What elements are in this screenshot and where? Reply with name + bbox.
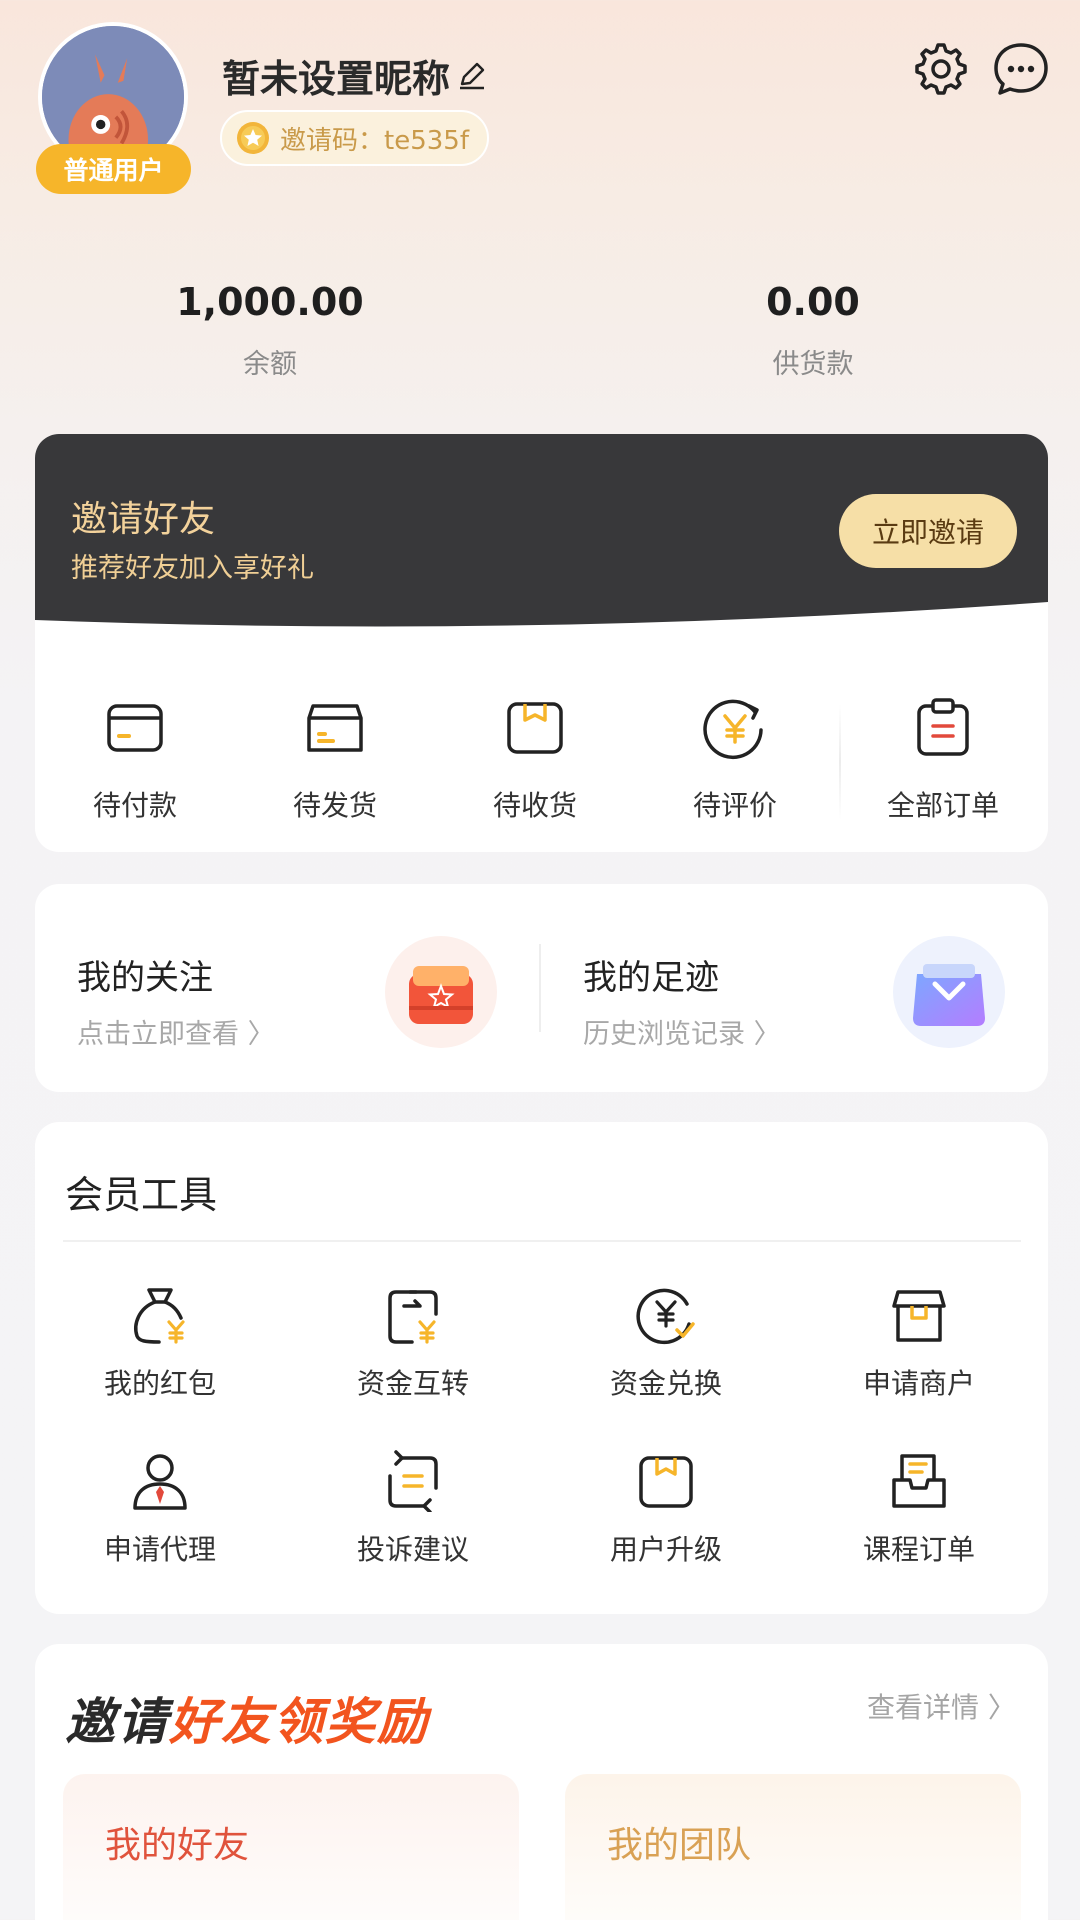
tool-my-red-packet-label: 我的红包 [103,1367,216,1400]
member-tools-title: 会员工具 [65,1173,218,1217]
orders-card: 邀请好友 推荐好友加入享好礼 立即邀请 待付款 待发货 待收货 待评价 全部订单 [35,434,1048,852]
gear-icon [915,43,967,95]
order-pending-shipment[interactable]: 待发货 [250,696,420,824]
order-pending-review[interactable]: 待评价 [650,696,820,824]
my-footprint-title: 我的足迹 [583,958,719,998]
order-all-label: 全部订单 [886,789,999,822]
messages-button[interactable] [992,40,1050,98]
tool-apply-merchant[interactable]: 申请商户 [819,1284,1019,1402]
nickname-text: 暂未设置昵称 [222,57,451,101]
invite-banner-title: 邀请好友 [71,499,216,540]
tool-apply-agent[interactable]: 申请代理 [60,1450,260,1568]
tool-fund-exchange[interactable]: 资金兑换 [566,1284,766,1402]
exchange-icon [636,1288,695,1345]
my-footprint-subtitle: 历史浏览记录 〉 [583,1019,781,1050]
edit-icon[interactable] [456,60,488,92]
nickname[interactable]: 暂未设置昵称 [222,48,488,103]
balance-stat[interactable]: 1,000.00 余额 [120,280,420,381]
tool-feedback-label: 投诉建议 [356,1533,469,1566]
invite-code-chip[interactable]: 邀请码：te535f [220,110,489,166]
tool-apply-agent-label: 申请代理 [103,1533,216,1566]
invite-rewards-card: 邀请好友领奖励 查看详情 〉 我的好友 我的团队 [35,1644,1048,1920]
feedback-icon [388,1450,438,1512]
settings-button[interactable] [910,40,968,98]
invite-rewards-title-part1: 邀请 [65,1693,169,1751]
star-coin-icon [237,122,269,154]
follow-divider [539,944,541,1032]
tool-user-upgrade[interactable]: 用户升级 [566,1450,766,1568]
tool-fund-transfer[interactable]: 资金互转 [313,1284,513,1402]
order-pending-receipt-label: 待收货 [492,789,577,822]
tool-feedback[interactable]: 投诉建议 [313,1450,513,1568]
tool-user-upgrade-label: 用户升级 [609,1533,722,1566]
tool-my-red-packet[interactable]: 我的红包 [60,1284,260,1402]
supply-payment-stat[interactable]: 0.00 供货款 [663,280,963,381]
member-tools-card: 会员工具 我的红包 资金互转 资金兑换 申请商户 申请代理 投诉建议 用户升级 … [35,1122,1048,1614]
money-bag-icon [134,1288,185,1344]
my-team-title: 我的团队 [607,1825,752,1866]
supply-payment-value: 0.00 [766,280,860,324]
box-icon [307,704,363,752]
order-divider [839,704,841,820]
balance-value: 1,000.00 [176,280,364,324]
level-badge: 普通用户 [36,144,191,194]
my-follow-title: 我的关注 [77,958,213,998]
order-pending-shipment-label: 待发货 [292,789,377,822]
invite-now-button[interactable]: 立即邀请 [839,494,1017,568]
order-pending-payment[interactable]: 待付款 [50,696,220,824]
course-icon [892,1454,946,1508]
inbox-tray-icon [893,936,1005,1048]
chat-bubble-icon [994,43,1048,95]
order-pending-receipt[interactable]: 待收货 [450,696,620,824]
shop-icon [892,1290,946,1342]
my-follow-subtitle: 点击立即查看 〉 [77,1019,275,1050]
order-pending-payment-label: 待付款 [92,789,177,822]
tool-fund-transfer-label: 资金互转 [356,1367,469,1400]
clipboard-icon [917,698,969,756]
yen-refresh-icon [703,699,763,760]
tool-apply-merchant-label: 申请商户 [862,1367,975,1400]
agent-icon [133,1454,187,1510]
invite-code-text: 邀请码：te535f [280,125,469,156]
follow-footprint-card: 我的关注 点击立即查看 〉 我的足迹 历史浏览记录 〉 [35,884,1048,1092]
balance-label: 余额 [243,349,297,380]
my-friends-box[interactable]: 我的好友 [63,1774,519,1920]
invite-rewards-title: 邀请好友领奖励 [65,1682,429,1754]
transfer-icon [388,1290,438,1344]
tool-course-orders-label: 课程订单 [862,1533,975,1566]
order-all[interactable]: 全部订单 [858,696,1028,824]
gift-box-icon [385,936,497,1048]
upgrade-icon [639,1456,693,1508]
tool-fund-exchange-label: 资金兑换 [609,1367,722,1400]
order-pending-review-label: 待评价 [692,789,777,822]
member-tools-divider [63,1240,1021,1242]
view-details-link[interactable]: 查看详情 〉 [867,1686,1016,1726]
invite-rewards-title-part2: 好友领奖励 [169,1693,429,1751]
tool-course-orders[interactable]: 课程订单 [819,1450,1019,1568]
wallet-icon [107,704,163,752]
invite-banner-subtitle: 推荐好友加入享好礼 [71,553,314,584]
my-team-box[interactable]: 我的团队 [565,1774,1021,1920]
my-friends-title: 我的好友 [105,1825,250,1866]
package-icon [507,702,563,754]
supply-payment-label: 供货款 [772,349,854,380]
